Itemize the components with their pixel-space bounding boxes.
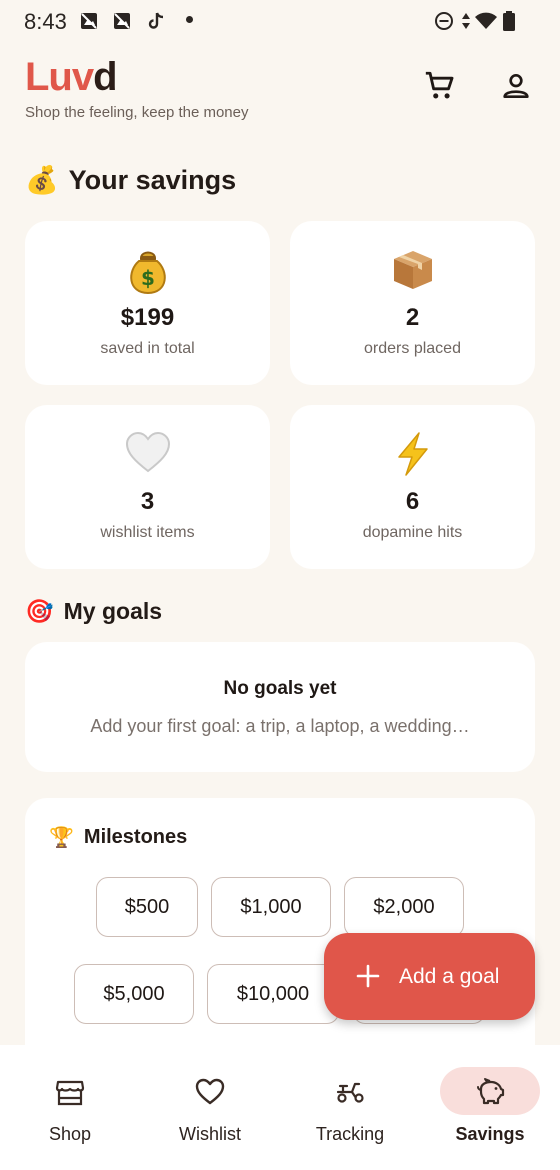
stat-value-wishlist: 3 bbox=[140, 488, 155, 515]
nav-item-savings[interactable]: Savings bbox=[420, 1045, 560, 1170]
stat-card-orders: 2 orders placed bbox=[290, 221, 535, 385]
white-heart-icon bbox=[25, 431, 270, 479]
nav-item-wishlist[interactable]: Wishlist bbox=[140, 1045, 280, 1170]
nav-label-wishlist: Wishlist bbox=[179, 1124, 241, 1144]
piggy-bank-icon bbox=[477, 1078, 505, 1105]
do-not-disturb-icon bbox=[435, 12, 453, 30]
bottom-navigation: Shop Wishlist Tracking Savings bbox=[0, 1045, 560, 1170]
milestone-chip: $500 bbox=[96, 877, 198, 937]
app-logo: Luvd bbox=[25, 55, 118, 100]
goals-empty-card: No goals yet Add your first goal: a trip… bbox=[25, 642, 535, 772]
stat-value-dopamine: 6 bbox=[405, 488, 420, 515]
cart-icon bbox=[425, 71, 454, 99]
scooter-icon bbox=[336, 1082, 364, 1103]
nav-item-tracking[interactable]: Tracking bbox=[280, 1045, 420, 1170]
goals-empty-title: No goals yet bbox=[223, 678, 337, 699]
status-time: 8:43 bbox=[24, 9, 67, 34]
trophy-icon: 🏆 bbox=[49, 827, 74, 849]
goals-empty-subtitle: Add your first goal: a trip, a laptop, a… bbox=[90, 716, 470, 736]
nav-label-tracking: Tracking bbox=[315, 1124, 385, 1144]
milestone-chip: $10,000 bbox=[207, 964, 339, 1024]
target-icon: 🎯 bbox=[25, 598, 54, 624]
plus-icon bbox=[356, 964, 380, 988]
heart-icon bbox=[195, 1078, 225, 1105]
stat-label-saved: saved in total bbox=[100, 340, 195, 357]
stat-label-wishlist: wishlist items bbox=[100, 524, 195, 541]
stat-label-dopamine: dopamine hits bbox=[362, 524, 463, 541]
app-tagline: Shop the feeling, keep the money bbox=[25, 104, 249, 121]
milestone-chip: $1,000 bbox=[211, 877, 331, 937]
milestones-title: 🏆 Milestones bbox=[49, 825, 187, 850]
account-icon bbox=[503, 74, 529, 98]
stat-value-saved: $199 bbox=[120, 304, 175, 331]
tiktok-icon bbox=[148, 12, 164, 29]
photo-notification-icon bbox=[114, 13, 130, 29]
stat-card-dopamine: 6 dopamine hits bbox=[290, 405, 535, 569]
savings-screen: 8:43 Luvd Shop the feeling, keep the mon… bbox=[0, 0, 560, 1170]
money-bag-icon: $ bbox=[25, 247, 270, 295]
wifi-icon bbox=[475, 12, 497, 29]
lightning-icon bbox=[290, 431, 535, 479]
stat-card-saved: $ $199 saved in total bbox=[25, 221, 270, 385]
goals-section-title: 🎯 My goals bbox=[25, 598, 162, 625]
milestone-chip: $2,000 bbox=[344, 877, 464, 937]
money-bag-icon: 💰 bbox=[25, 165, 59, 195]
add-goal-label: Add a goal bbox=[399, 965, 500, 988]
store-icon bbox=[55, 1080, 85, 1106]
battery-icon bbox=[503, 11, 515, 31]
milestones-title-text: Milestones bbox=[83, 826, 188, 848]
milestone-chip: $5,000 bbox=[74, 964, 194, 1024]
goals-title-text: My goals bbox=[63, 598, 163, 624]
savings-title-text: Your savings bbox=[68, 164, 237, 195]
nav-label-savings: Savings bbox=[455, 1124, 525, 1144]
svg-text:$: $ bbox=[141, 266, 155, 290]
account-button[interactable] bbox=[498, 68, 534, 104]
photo-notification-icon bbox=[81, 13, 97, 29]
data-arrows-icon bbox=[462, 13, 470, 29]
package-icon bbox=[290, 247, 535, 295]
logo-text-dark: d bbox=[93, 55, 117, 99]
add-goal-button[interactable]: Add a goal bbox=[324, 933, 535, 1020]
status-bar: 8:43 bbox=[0, 0, 560, 42]
stat-value-orders: 2 bbox=[405, 304, 420, 331]
stat-label-orders: orders placed bbox=[364, 340, 461, 357]
notification-dot bbox=[186, 16, 193, 23]
logo-text-accent: Luv bbox=[25, 55, 94, 99]
nav-item-shop[interactable]: Shop bbox=[0, 1045, 140, 1170]
savings-section-title: 💰 Your savings bbox=[25, 164, 236, 196]
stat-card-wishlist: 3 wishlist items bbox=[25, 405, 270, 569]
cart-button[interactable] bbox=[422, 68, 458, 104]
nav-label-shop: Shop bbox=[48, 1124, 92, 1144]
